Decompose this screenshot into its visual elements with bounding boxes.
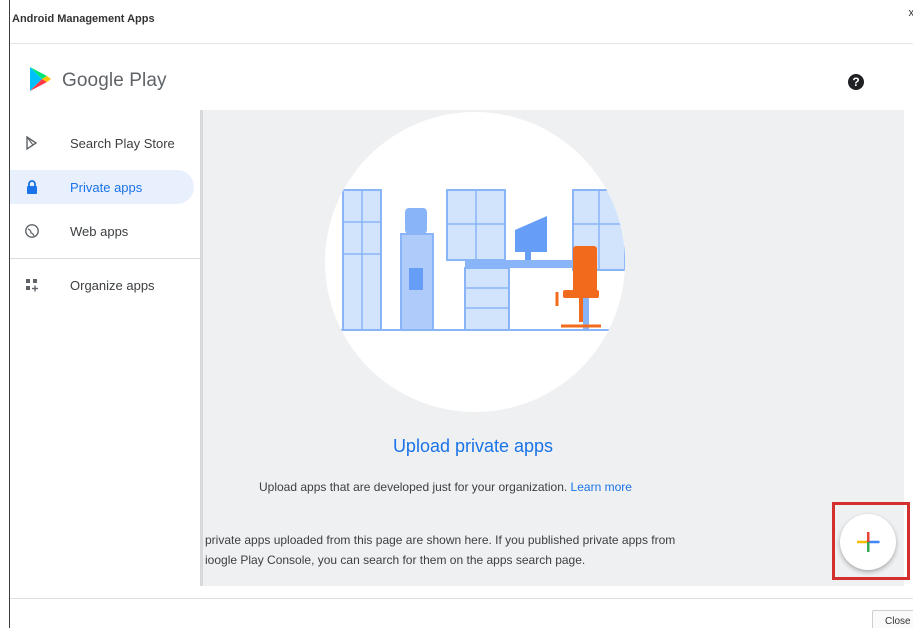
upload-private-apps-title: Upload private apps	[392, 436, 554, 456]
sidebar-item-label: Organize apps	[70, 278, 155, 293]
info-line-1: private apps uploaded from this page are…	[205, 533, 676, 547]
dialog-window: Android Management Apps x Google Play ? …	[9, 0, 913, 628]
office-illustration	[325, 112, 625, 412]
google-play-header: Google Play ?	[10, 44, 904, 114]
office-illustration-svg	[325, 189, 625, 331]
grid-add-icon	[26, 279, 38, 292]
google-play-wordmark: Google Play	[62, 70, 167, 91]
sidebar: Search Play Store Private apps Web apps	[10, 114, 200, 584]
play-store-icon	[26, 135, 38, 151]
plus-icon	[857, 532, 880, 552]
upload-description: Upload apps that are developed just for …	[259, 480, 632, 494]
add-private-app-button[interactable]	[840, 514, 896, 570]
sidebar-item-private-apps[interactable]: Private apps	[10, 170, 194, 204]
sidebar-item-label: Web apps	[70, 224, 129, 239]
sidebar-item-search-play-store[interactable]: Search Play Store	[10, 126, 194, 160]
close-button[interactable]: Close	[872, 610, 913, 628]
sidebar-item-label: Search Play Store	[70, 136, 175, 151]
sidebar-item-organize-apps[interactable]: Organize apps	[10, 268, 194, 302]
help-icon[interactable]: ?	[848, 74, 864, 90]
private-apps-content: Upload private apps Upload apps that are…	[200, 110, 904, 586]
footer-divider	[10, 598, 913, 599]
close-icon[interactable]: x	[909, 7, 913, 19]
lock-icon	[27, 180, 37, 194]
window-title: Android Management Apps	[12, 13, 155, 25]
private-apps-info: private apps uploaded from this page are…	[205, 530, 805, 570]
title-bar: Android Management Apps x	[10, 0, 913, 44]
sidebar-item-web-apps[interactable]: Web apps	[10, 214, 194, 248]
learn-more-link[interactable]: Learn more	[571, 480, 632, 494]
sidebar-divider	[10, 258, 200, 259]
sidebar-item-label: Private apps	[70, 180, 143, 195]
upload-description-text: Upload apps that are developed just for …	[259, 480, 568, 494]
info-line-2: ioogle Play Console, you can search for …	[205, 553, 586, 567]
google-play-logo-icon	[30, 67, 51, 91]
globe-icon	[25, 224, 39, 238]
